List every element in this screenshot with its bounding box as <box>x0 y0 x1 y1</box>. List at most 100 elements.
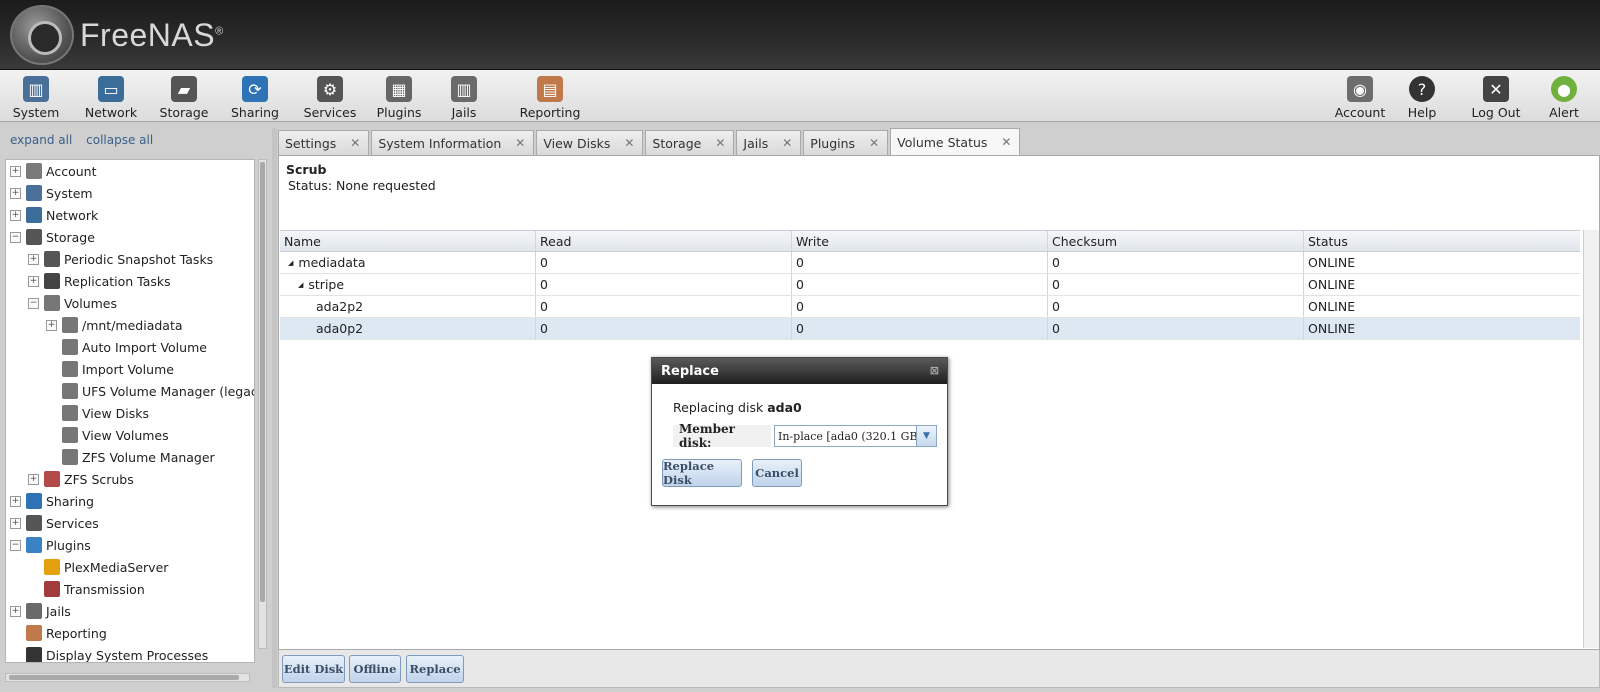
tree-item-sharing[interactable]: + Sharing <box>6 490 254 512</box>
tab-close-icon[interactable]: ✕ <box>1001 135 1011 149</box>
tree-item-plugins[interactable]: − Plugins <box>6 534 254 556</box>
tree-item-zfs-scrubs[interactable]: + ZFS Scrubs <box>6 468 254 490</box>
toolbar-button-label: Plugins <box>376 105 422 120</box>
expand-icon[interactable]: + <box>10 605 21 617</box>
expand-icon[interactable]: + <box>28 473 39 485</box>
expand-icon[interactable]: + <box>10 209 21 221</box>
expand-icon[interactable]: + <box>10 165 21 177</box>
expand-icon[interactable]: + <box>10 517 21 529</box>
toolbar-network-button[interactable]: ▭ Network <box>80 74 142 120</box>
tab-close-icon[interactable]: ✕ <box>715 136 725 150</box>
collapse-all-link[interactable]: collapse all <box>86 133 153 147</box>
toolbar-account-button[interactable]: ◉ Account <box>1328 74 1392 120</box>
tree-item-ufs-volume-manager-legacy[interactable]: UFS Volume Manager (legacy) <box>6 380 254 402</box>
tree-item-mnt-mediadata[interactable]: + /mnt/mediadata <box>6 314 254 336</box>
tree-item-network[interactable]: + Network <box>6 204 254 226</box>
tree-item-view-disks[interactable]: View Disks <box>6 402 254 424</box>
tree-vertical-scroll-thumb[interactable] <box>260 162 265 602</box>
expand-icon[interactable]: + <box>46 319 57 331</box>
column-header-read[interactable]: Read <box>536 231 792 251</box>
tree-item-import-volume[interactable]: Import Volume <box>6 358 254 380</box>
toolbar-button-label: Account <box>1334 105 1386 120</box>
replace-disk-button[interactable]: Replace Disk <box>662 459 742 487</box>
tab-plugins[interactable]: Plugins ✕ <box>803 130 889 155</box>
toolbar-log-out-button[interactable]: ✕ Log Out <box>1464 74 1528 120</box>
toolbar-sharing-button[interactable]: ⟳ Sharing <box>224 74 286 120</box>
tree-item-system[interactable]: + System <box>6 182 254 204</box>
offline-button[interactable]: Offline <box>349 655 401 683</box>
tab-close-icon[interactable]: ✕ <box>782 136 792 150</box>
tab-jails[interactable]: Jails ✕ <box>736 130 802 155</box>
toolbar-help-button[interactable]: ? Help <box>1400 74 1444 120</box>
tree-item-plexmediaserver[interactable]: PlexMediaServer <box>6 556 254 578</box>
tab-storage[interactable]: Storage ✕ <box>645 130 735 155</box>
tree-horizontal-scroll-thumb[interactable] <box>9 675 239 680</box>
tab-volume-status[interactable]: Volume Status ✕ <box>890 128 1021 155</box>
tree-item-label: Plugins <box>46 537 91 553</box>
tree-item-display-system-processes[interactable]: Display System Processes <box>6 644 254 663</box>
tree-item-zfs-volume-manager[interactable]: ZFS Volume Manager <box>6 446 254 468</box>
freenas-logo[interactable]: FreeNAS® <box>10 4 224 66</box>
column-header-checksum[interactable]: Checksum <box>1048 231 1304 251</box>
row-expander-icon[interactable]: ◢ <box>298 281 303 289</box>
tree-item-transmission[interactable]: Transmission <box>6 578 254 600</box>
tab-close-icon[interactable]: ✕ <box>624 136 634 150</box>
cell-text: 0 <box>1052 255 1060 270</box>
tree-item-volumes[interactable]: − Volumes <box>6 292 254 314</box>
table-row[interactable]: ada2p2 0 0 0 ONLINE <box>280 296 1580 318</box>
tree-horizontal-scrollbar[interactable] <box>5 673 250 682</box>
expand-icon[interactable]: + <box>28 275 39 287</box>
column-header-write[interactable]: Write <box>792 231 1048 251</box>
tree-item-storage[interactable]: − Storage <box>6 226 254 248</box>
collapse-icon[interactable]: − <box>10 231 21 243</box>
chevron-down-icon[interactable]: ▼ <box>916 426 936 446</box>
services-gears-icon: ⚙ <box>317 76 343 102</box>
pane-splitter[interactable] <box>272 128 277 688</box>
cell-text: 0 <box>540 299 548 314</box>
toolbar-system-button[interactable]: ▥ System <box>8 74 64 120</box>
tab-close-icon[interactable]: ✕ <box>515 136 525 150</box>
toolbar-reporting-button[interactable]: ▤ Reporting <box>512 74 588 120</box>
replace-message-prefix: Replacing disk <box>673 400 768 415</box>
collapse-icon[interactable]: − <box>28 297 39 309</box>
tab-close-icon[interactable]: ✕ <box>869 136 879 150</box>
tree-item-reporting[interactable]: Reporting <box>6 622 254 644</box>
tree-item-services[interactable]: + Services <box>6 512 254 534</box>
tree-item-periodic-snapshot-tasks[interactable]: + Periodic Snapshot Tasks <box>6 248 254 270</box>
cancel-button[interactable]: Cancel <box>752 459 802 487</box>
tree-item-account[interactable]: + Account <box>6 160 254 182</box>
expand-icon[interactable]: + <box>28 253 39 265</box>
grid-vertical-scrollbar[interactable] <box>1583 230 1599 648</box>
member-disk-select[interactable]: In-place [ada0 (320.1 GB)] ▼ <box>774 425 937 447</box>
expand-icon[interactable]: + <box>10 187 21 199</box>
tab-system-information[interactable]: System Information ✕ <box>371 130 535 155</box>
logout-x-icon: ✕ <box>1483 76 1509 102</box>
edit-disk-button[interactable]: Edit Disk <box>282 655 345 683</box>
collapse-icon[interactable]: − <box>10 539 21 551</box>
tab-view-disks[interactable]: View Disks ✕ <box>536 130 644 155</box>
expand-all-link[interactable]: expand all <box>10 133 72 147</box>
toolbar-services-button[interactable]: ⚙ Services <box>296 74 364 120</box>
toolbar-button-label: Services <box>303 105 357 120</box>
expand-icon[interactable]: + <box>10 495 21 507</box>
tree-item-view-volumes[interactable]: View Volumes <box>6 424 254 446</box>
table-row[interactable]: ada0p2 0 0 0 ONLINE <box>280 318 1580 340</box>
row-expander-icon[interactable]: ◢ <box>288 259 293 267</box>
tree-item-auto-import-volume[interactable]: Auto Import Volume <box>6 336 254 358</box>
toolbar-jails-button[interactable]: ▥ Jails <box>440 74 488 120</box>
replace-button[interactable]: Replace <box>406 655 464 683</box>
tab-settings[interactable]: Settings ✕ <box>278 130 370 155</box>
dialog-close-icon[interactable]: ⊠ <box>930 364 939 377</box>
toolbar-alert-button[interactable]: ● Alert <box>1536 74 1592 120</box>
table-row[interactable]: ◢ mediadata 0 0 0 ONLINE <box>280 252 1580 274</box>
toolbar-plugins-button[interactable]: ▦ Plugins <box>368 74 430 120</box>
column-header-status[interactable]: Status <box>1304 231 1580 251</box>
tree-vertical-scrollbar[interactable] <box>258 159 267 649</box>
tab-close-icon[interactable]: ✕ <box>350 136 360 150</box>
tree-item-replication-tasks[interactable]: + Replication Tasks <box>6 270 254 292</box>
column-header-name[interactable]: Name <box>280 231 536 251</box>
table-row[interactable]: ◢ stripe 0 0 0 ONLINE <box>280 274 1580 296</box>
tree-item-jails[interactable]: + Jails <box>6 600 254 622</box>
toolbar-storage-button[interactable]: ▰ Storage <box>152 74 216 120</box>
tree-item-label: Display System Processes <box>46 647 209 663</box>
